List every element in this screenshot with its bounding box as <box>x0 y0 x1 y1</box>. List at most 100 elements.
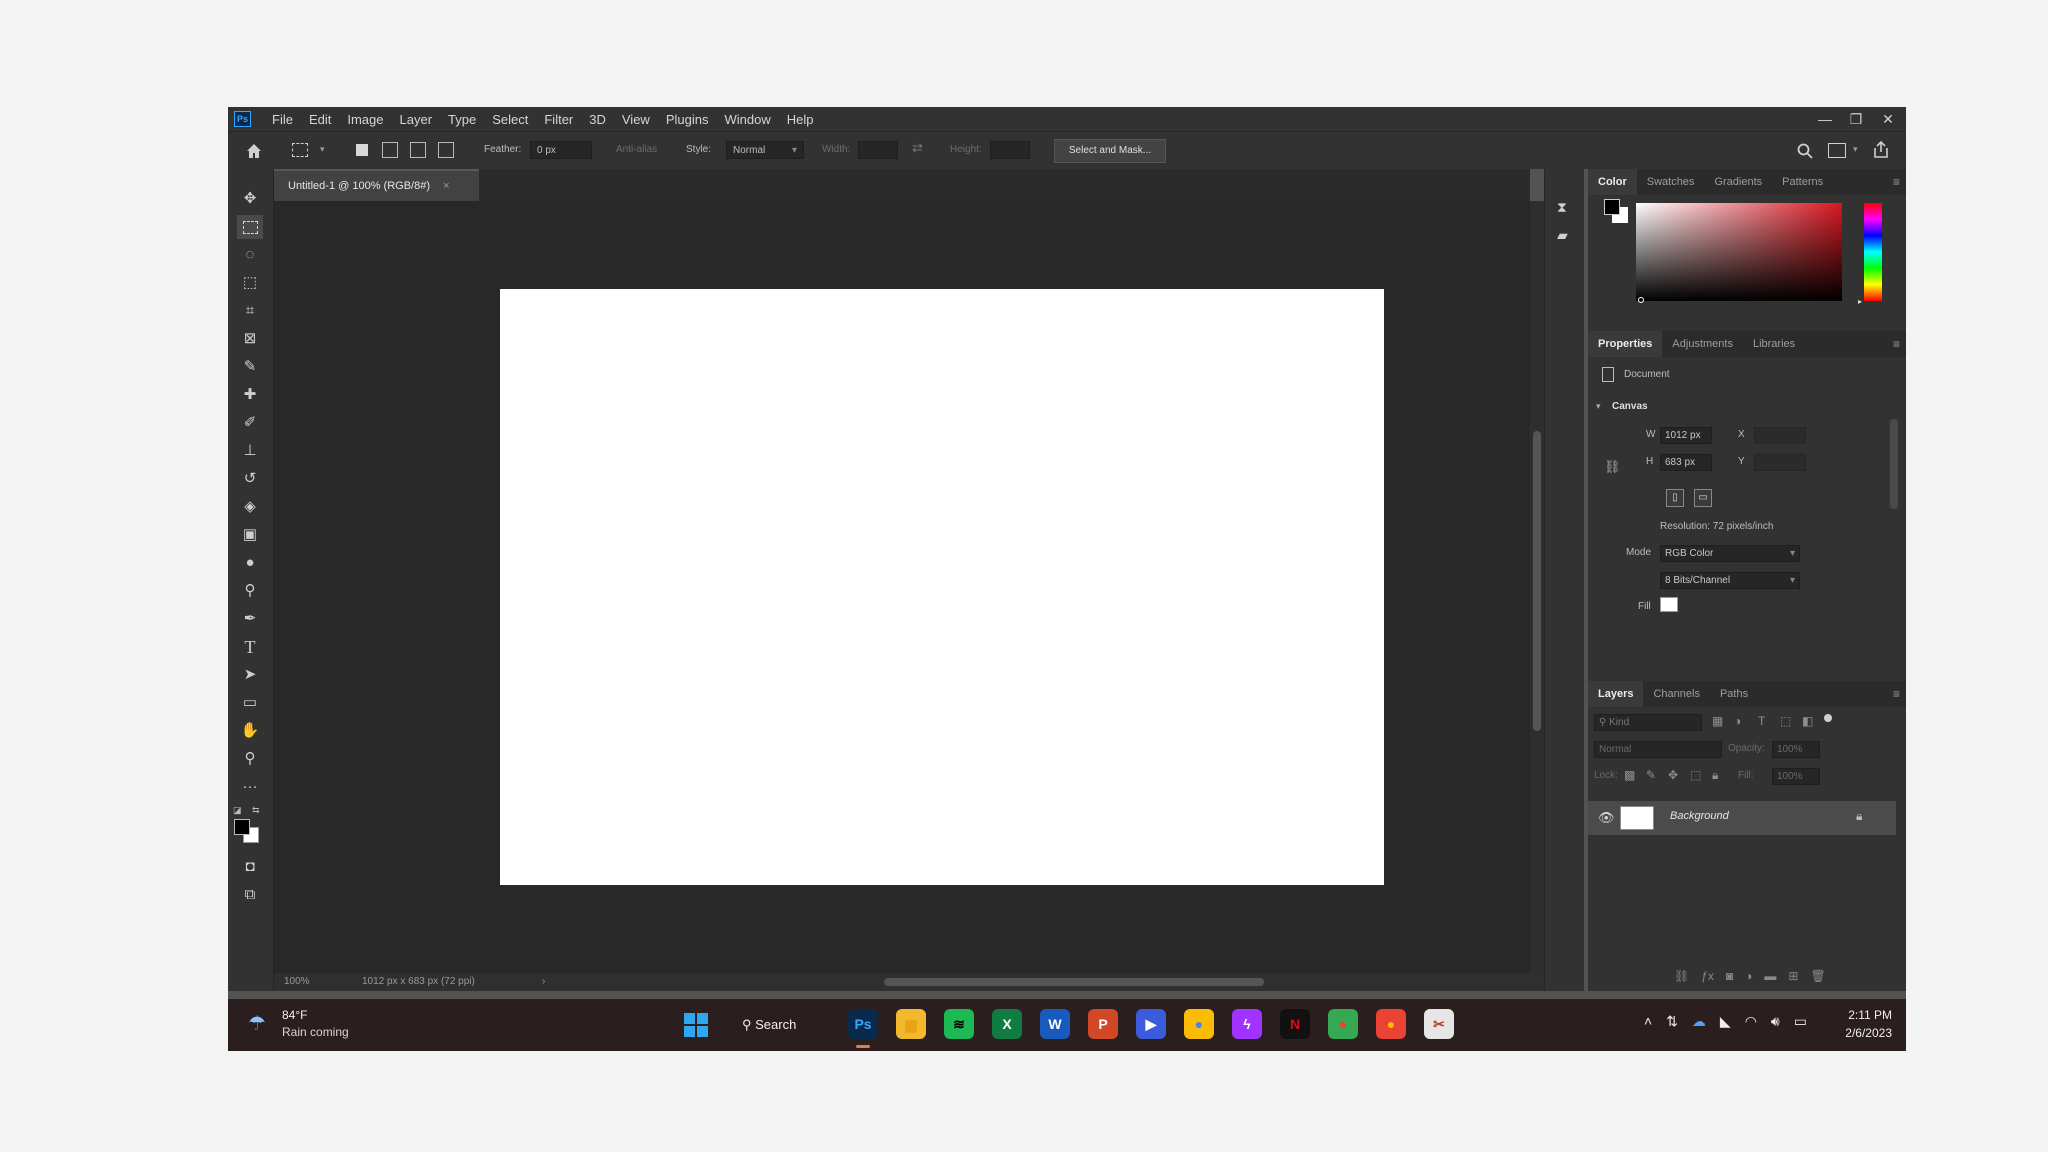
add-mask-icon[interactable]: ◙ <box>1726 969 1733 983</box>
clock-date[interactable]: 2/6/2023 <box>1828 1026 1892 1040</box>
tray-media-icon[interactable]: ◣ <box>1720 1013 1731 1030</box>
healing-brush-tool-icon[interactable]: ✚ <box>237 383 263 407</box>
weather-icon[interactable]: ☂ <box>248 1011 266 1036</box>
filter-smart-object-icon[interactable]: ◧ <box>1802 714 1813 728</box>
weather-description[interactable]: Rain coming <box>282 1025 349 1039</box>
menu-help[interactable]: Help <box>779 112 822 127</box>
properties-tab-adjustments[interactable]: Adjustments <box>1662 331 1743 357</box>
color-panel-menu-icon[interactable]: ≡ <box>1893 169 1900 195</box>
workspace-chevron-icon[interactable]: ▾ <box>1853 144 1858 155</box>
crop-tool-icon[interactable]: ⌗ <box>237 299 263 323</box>
portrait-orientation-icon[interactable]: ▯ <box>1666 489 1684 507</box>
layer-name[interactable]: Background <box>1670 810 1729 822</box>
document-canvas[interactable] <box>500 289 1384 885</box>
menu-3d[interactable]: 3D <box>581 112 614 127</box>
lock-artboard-icon[interactable]: ⬚ <box>1690 768 1701 782</box>
layer-filter-search[interactable]: ⚲ Kind <box>1594 714 1702 731</box>
taskbar-app-snipping-tool-icon[interactable]: ✂ <box>1424 1009 1454 1039</box>
comments-panel-icon[interactable]: ▰ <box>1557 227 1568 244</box>
taskbar-app-photoshop-icon[interactable]: Ps <box>848 1009 878 1039</box>
new-layer-icon[interactable]: ⊞ <box>1788 969 1798 983</box>
vertical-scroll-thumb[interactable] <box>1533 431 1541 731</box>
more-tools-icon[interactable]: ··· <box>237 775 263 799</box>
lock-image-icon[interactable]: ✎ <box>1646 768 1656 782</box>
filter-pixel-icon[interactable]: ▦ <box>1712 714 1723 728</box>
clone-stamp-tool-icon[interactable]: ⊥ <box>237 439 263 463</box>
antialias-checkbox[interactable]: Anti-alias <box>616 141 657 159</box>
style-select[interactable]: Normal ▾ <box>726 141 804 159</box>
share-icon[interactable] <box>1872 140 1890 163</box>
default-colors-icon[interactable]: ◪ <box>233 805 242 816</box>
battery-icon[interactable]: ▭ <box>1794 1013 1807 1030</box>
color-picker-cursor[interactable] <box>1638 297 1644 303</box>
eyedropper-tool-icon[interactable]: ✎ <box>237 355 263 379</box>
windows-start-icon[interactable] <box>684 1013 708 1037</box>
dodge-tool-icon[interactable]: ⚲ <box>237 579 263 603</box>
height-field[interactable] <box>990 141 1030 159</box>
layers-tab-channels[interactable]: Channels <box>1643 681 1709 707</box>
fill-opacity-field[interactable]: 100% <box>1772 768 1820 785</box>
canvas-area[interactable] <box>274 201 1530 973</box>
hue-slider-marker-icon[interactable]: ▸ <box>1858 297 1862 306</box>
pen-tool-icon[interactable]: ✒ <box>237 607 263 631</box>
taskbar-app-spotify-icon[interactable]: ≋ <box>944 1009 974 1039</box>
filter-type-icon[interactable]: T <box>1758 714 1765 728</box>
select-and-mask-button[interactable]: Select and Mask... <box>1054 139 1166 163</box>
properties-panel-menu-icon[interactable]: ≡ <box>1893 331 1900 357</box>
canvas-height-field[interactable]: 683 px <box>1660 454 1712 471</box>
filter-shape-icon[interactable]: ⬚ <box>1780 714 1791 728</box>
search-icon[interactable] <box>1796 142 1814 163</box>
lasso-tool-icon[interactable]: ◌ <box>237 243 263 267</box>
layers-panel-menu-icon[interactable]: ≡ <box>1893 681 1900 707</box>
delete-layer-icon[interactable]: 🗑︎ <box>1810 969 1825 983</box>
intersect-selection-icon[interactable] <box>438 142 454 158</box>
taskbar-app-word-icon[interactable]: W <box>1040 1009 1070 1039</box>
layer-row-background[interactable]: 👁︎ Background 🔒︎ <box>1588 801 1896 835</box>
blend-mode-select[interactable]: Normal <box>1594 741 1722 758</box>
taskbar-app-media-player-icon[interactable]: ▶ <box>1136 1009 1166 1039</box>
marquee-preset-icon[interactable] <box>292 143 308 157</box>
landscape-orientation-icon[interactable]: ▭ <box>1694 489 1712 507</box>
status-arrow-icon[interactable]: › <box>542 973 545 991</box>
screen-mode-icon[interactable]: ⧉ <box>237 883 263 907</box>
lock-position-icon[interactable]: ✥ <box>1668 768 1678 782</box>
filter-toggle-icon[interactable] <box>1824 714 1832 722</box>
eraser-tool-icon[interactable]: ◈ <box>237 495 263 519</box>
menu-layer[interactable]: Layer <box>392 112 441 127</box>
properties-tab-properties[interactable]: Properties <box>1588 331 1663 357</box>
taskbar-app-powerpoint-icon[interactable]: P <box>1088 1009 1118 1039</box>
fill-color-swatch[interactable] <box>1660 597 1678 612</box>
add-to-selection-icon[interactable] <box>382 142 398 158</box>
color-tab-patterns[interactable]: Patterns <box>1772 169 1833 195</box>
history-brush-tool-icon[interactable]: ↺ <box>237 467 263 491</box>
menu-plugins[interactable]: Plugins <box>658 112 717 127</box>
color-spectrum-field[interactable] <box>1636 203 1842 301</box>
horizontal-scroll-thumb[interactable] <box>884 978 1264 986</box>
link-layers-icon[interactable]: ⛓ <box>1674 969 1689 983</box>
close-button[interactable]: ✕ <box>1868 107 1906 131</box>
mode-select[interactable]: RGB Color ▾ <box>1660 545 1800 562</box>
foreground-color-swatch[interactable] <box>234 819 250 835</box>
filter-adjustment-icon[interactable]: ◑ <box>1734 714 1741 728</box>
lock-transparent-icon[interactable]: ▩ <box>1624 768 1635 782</box>
hand-tool-icon[interactable]: ✋ <box>237 719 263 743</box>
clock-time[interactable]: 2:11 PM <box>1828 1008 1892 1022</box>
brush-tool-icon[interactable]: ✐ <box>237 411 263 435</box>
layer-style-icon[interactable]: ƒx <box>1701 969 1714 983</box>
taskbar-app-chrome-icon[interactable]: ● <box>1184 1009 1214 1039</box>
taskbar-search[interactable]: ⚲ Search <box>742 1009 796 1041</box>
menu-type[interactable]: Type <box>440 112 484 127</box>
bit-depth-select[interactable]: 8 Bits/Channel ▾ <box>1660 572 1800 589</box>
type-tool-icon[interactable]: T <box>237 635 263 659</box>
tray-app-icon[interactable]: ⇅ <box>1666 1013 1678 1030</box>
zoom-level[interactable]: 100% <box>284 973 310 991</box>
lock-all-icon[interactable]: 🔒︎ <box>1712 768 1718 783</box>
swap-colors-icon[interactable]: ⇆ <box>252 805 260 816</box>
document-tab[interactable]: Untitled-1 @ 100% (RGB/8#) × <box>274 169 479 201</box>
taskbar-app-excel-icon[interactable]: X <box>992 1009 1022 1039</box>
canvas-width-field[interactable]: 1012 px <box>1660 427 1712 444</box>
layers-tab-layers[interactable]: Layers <box>1588 681 1644 707</box>
volume-icon[interactable]: 🔊︎ <box>1771 1013 1780 1030</box>
frame-tool-icon[interactable]: ⊠ <box>237 327 263 351</box>
path-selection-tool-icon[interactable]: ➤ <box>237 663 263 687</box>
